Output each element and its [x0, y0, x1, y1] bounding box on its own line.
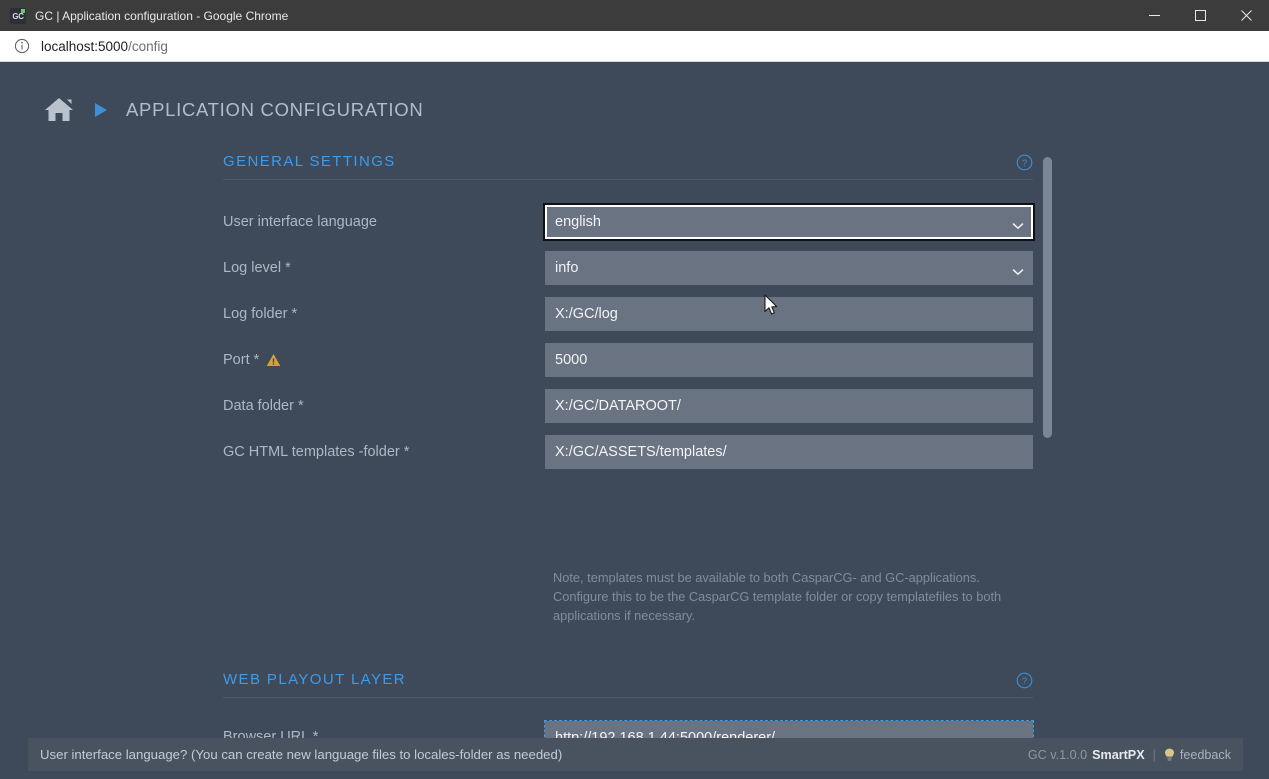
window-controls: [1131, 0, 1269, 31]
content-scrollbar-thumb[interactable]: [1043, 157, 1052, 438]
row-port: Port * 5000: [223, 343, 1033, 377]
label-port: Port *: [223, 352, 545, 368]
section-divider-general: [223, 179, 1033, 180]
input-port[interactable]: 5000: [545, 343, 1033, 377]
input-log-folder[interactable]: X:/GC/log: [545, 297, 1033, 331]
play-triangle-icon: [93, 101, 109, 119]
question-circle-icon[interactable]: ?: [1016, 672, 1033, 689]
label-text: Port *: [223, 352, 260, 368]
omnibox-path: /config: [128, 38, 168, 54]
close-button[interactable]: [1223, 0, 1269, 31]
svg-text:?: ?: [1022, 676, 1027, 687]
favicon-label: GC: [12, 11, 24, 21]
input-value-log-folder: X:/GC/log: [555, 306, 618, 322]
row-log-level: Log level * info: [223, 251, 1033, 285]
brand-name: SmartPX: [1092, 747, 1145, 762]
row-log-folder: Log folder * X:/GC/log: [223, 297, 1033, 331]
app-page: APPLICATION CONFIGURATION GENERAL SETTIN…: [0, 63, 1269, 779]
page-title: APPLICATION CONFIGURATION: [126, 99, 424, 120]
maximize-button[interactable]: [1177, 0, 1223, 31]
label-gc-html-templates-folder: GC HTML templates -folder *: [223, 444, 545, 460]
label-user-interface-language: User interface language: [223, 214, 545, 230]
app-header: APPLICATION CONFIGURATION: [43, 92, 423, 128]
question-circle-icon[interactable]: ?: [1016, 154, 1033, 171]
label-log-level: Log level *: [223, 260, 545, 276]
status-bar: User interface language? (You can create…: [28, 738, 1243, 771]
window-titlebar: GC GC | Application configuration - Goog…: [0, 0, 1269, 31]
footer-meta: GC v.1.0.0 SmartPX | feedback: [1028, 748, 1231, 762]
select-user-interface-language[interactable]: english: [543, 203, 1035, 241]
select-log-level[interactable]: info: [545, 251, 1033, 285]
row-user-interface-language: User interface language english: [223, 203, 1035, 241]
favicon-status-dot: [21, 8, 25, 13]
input-value-data-folder: X:/GC/DATAROOT/: [555, 398, 681, 414]
input-data-folder[interactable]: X:/GC/DATAROOT/: [545, 389, 1033, 423]
label-log-folder: Log folder *: [223, 306, 545, 322]
section-header-general: GENERAL SETTINGS ?: [223, 153, 1033, 171]
label-text: Log folder *: [223, 306, 298, 322]
section-title-general: GENERAL SETTINGS: [223, 153, 396, 170]
app-version: GC v.1.0.0: [1027, 747, 1088, 762]
chevron-down-icon: [1012, 264, 1024, 275]
status-message: User interface language? (You can create…: [40, 747, 563, 762]
label-text: Data folder *: [223, 398, 304, 414]
input-value-port: 5000: [555, 352, 588, 368]
input-gc-html-templates-folder[interactable]: X:/GC/ASSETS/templates/: [545, 435, 1033, 469]
config-form: GENERAL SETTINGS ? User interface langua…: [0, 143, 1269, 743]
svg-text:?: ?: [1022, 158, 1027, 169]
select-value-log-level: info: [555, 260, 579, 276]
window-title: GC | Application configuration - Google …: [35, 8, 289, 23]
select-value-language: english: [555, 214, 601, 230]
feedback-link[interactable]: feedback: [1180, 748, 1231, 762]
chevron-down-icon: [1012, 218, 1024, 229]
label-text: User interface language: [223, 214, 377, 230]
section-divider-web-playout: [223, 697, 1033, 698]
label-text: Log level *: [223, 260, 291, 276]
chrome-window: GC GC | Application configuration - Goog…: [0, 0, 1269, 779]
footer-separator: |: [1152, 747, 1156, 762]
warning-triangle-icon: [266, 353, 281, 367]
omnibox-host: localhost:5000: [41, 38, 129, 54]
omnibox-url[interactable]: localhost:5000/config: [41, 39, 168, 54]
section-title-web-playout: WEB PLAYOUT LAYER: [223, 671, 407, 688]
minimize-button[interactable]: [1131, 0, 1177, 31]
lightbulb-icon[interactable]: [1164, 748, 1175, 762]
favicon-gc-icon: GC: [10, 7, 26, 24]
row-gc-html-templates-folder: GC HTML templates -folder * X:/GC/ASSETS…: [223, 435, 1033, 469]
address-bar[interactable]: localhost:5000/config: [0, 31, 1269, 62]
row-data-folder: Data folder * X:/GC/DATAROOT/: [223, 389, 1033, 423]
templates-note: Note, templates must be available to bot…: [553, 570, 1002, 623]
info-circle-icon[interactable]: [14, 38, 30, 54]
label-data-folder: Data folder *: [223, 398, 545, 414]
section-header-web-playout: WEB PLAYOUT LAYER ?: [223, 671, 1033, 689]
home-icon[interactable]: [43, 96, 75, 124]
input-value-gc-html-templates-folder: X:/GC/ASSETS/templates/: [555, 444, 727, 460]
label-text: GC HTML templates -folder *: [223, 444, 410, 460]
